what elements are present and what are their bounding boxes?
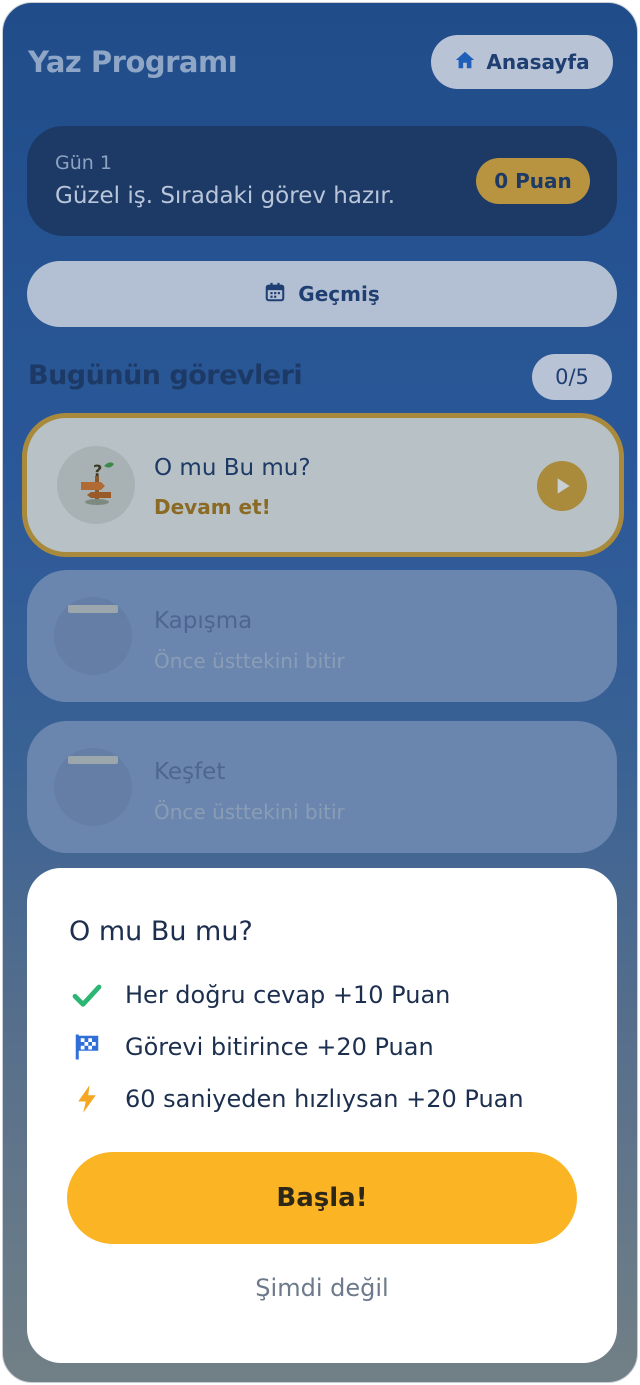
task-title: Keşfet <box>154 759 226 785</box>
start-button[interactable]: Başla! <box>67 1152 577 1244</box>
day-status-card: Gün 1 Güzel iş. Sıradaki görev hazır. 0 … <box>27 126 617 236</box>
play-icon <box>557 478 570 494</box>
rule-item: Her doğru cevap +10 Puan <box>69 975 450 1015</box>
task-counter: 0/5 <box>532 354 612 400</box>
task-status: Devam et! <box>154 495 271 519</box>
task-detail-sheet: O mu Bu mu? Her doğru cevap +10 Puan Gör… <box>27 868 617 1363</box>
day-message: Güzel iş. Sıradaki görev hazır. <box>55 183 396 209</box>
locked-placeholder-icon <box>68 605 118 613</box>
not-now-button[interactable]: Şimdi değil <box>27 1274 617 1302</box>
rule-item: 60 saniyeden hızlıysan +20 Puan <box>69 1079 524 1119</box>
points-badge: 0 Puan <box>476 158 590 204</box>
locked-placeholder-icon <box>68 756 118 764</box>
task-card-kesfet: Keşfet Önce üsttekini bitir <box>27 721 617 853</box>
task-title: Kapışma <box>154 608 253 634</box>
task-card-o-mu-bu-mu[interactable]: ? O mu Bu mu? Devam et! <box>22 413 624 557</box>
task-card-kapisma: Kapışma Önce üsttekini bitir <box>27 570 617 702</box>
task-status: Önce üsttekini bitir <box>154 800 345 824</box>
home-icon <box>454 49 476 76</box>
lightning-icon <box>69 1081 105 1117</box>
rule-text: Görevi bitirince +20 Puan <box>125 1033 434 1061</box>
rule-text: Her doğru cevap +10 Puan <box>125 981 451 1009</box>
history-button-label: Geçmiş <box>298 282 380 306</box>
rule-item: Görevi bitirince +20 Puan <box>69 1027 434 1067</box>
check-icon <box>69 977 105 1013</box>
history-button[interactable]: Geçmiş <box>27 261 617 327</box>
task-title: O mu Bu mu? <box>154 455 311 481</box>
home-button-label: Anasayfa <box>486 50 590 74</box>
top-bar: Yaz Programı Anasayfa <box>3 35 637 91</box>
play-button[interactable] <box>537 461 587 511</box>
calendar-icon <box>264 281 286 308</box>
task-status: Önce üsttekini bitir <box>154 649 345 673</box>
lock-icon <box>54 748 132 826</box>
app-title: Yaz Programı <box>28 45 238 79</box>
checkered-flag-icon <box>69 1029 105 1065</box>
lock-icon <box>54 597 132 675</box>
app-frame: Yaz Programı Anasayfa Gün 1 Güzel iş. Sı… <box>2 2 638 1383</box>
day-label: Gün 1 <box>55 152 112 174</box>
sheet-title: O mu Bu mu? <box>69 916 253 947</box>
home-button[interactable]: Anasayfa <box>431 35 613 89</box>
section-title: Bugünün görevleri <box>28 360 303 391</box>
signpost-icon: ? <box>57 446 135 524</box>
rule-text: 60 saniyeden hızlıysan +20 Puan <box>125 1085 524 1113</box>
